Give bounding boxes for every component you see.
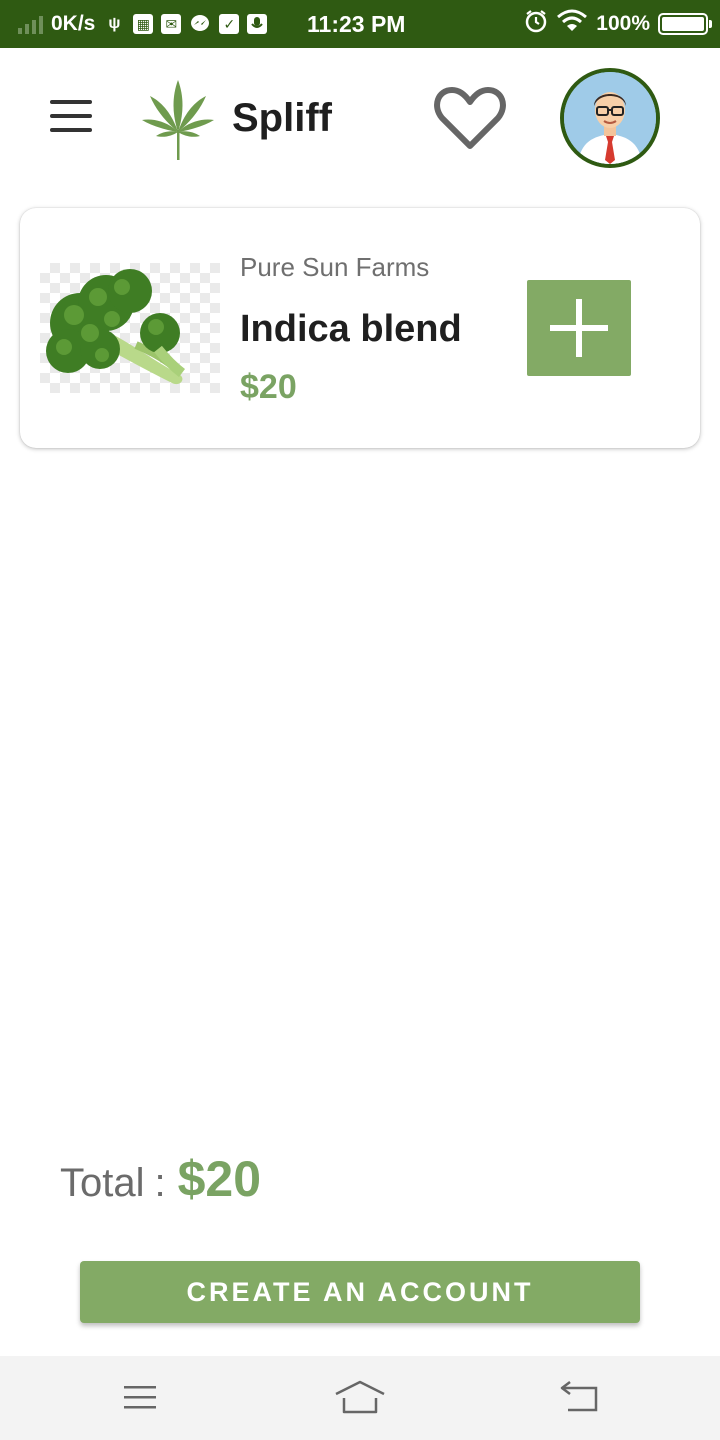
product-price: $20 — [240, 368, 297, 406]
battery-fill — [662, 17, 704, 31]
product-name: Indica blend — [240, 308, 462, 350]
status-bar-left: 0K/s ψ ▦ ✉ ✓ — [18, 0, 268, 48]
system-nav-bar — [0, 1356, 720, 1440]
sd-card-icon: ▦ — [133, 14, 154, 34]
cart-total: Total : $20 — [60, 1150, 261, 1208]
messenger-icon — [189, 13, 211, 35]
app-title: Spliff — [232, 96, 332, 140]
total-label: Total — [60, 1161, 145, 1205]
battery-percent: 100% — [596, 12, 650, 35]
cart-item-card: Pure Sun Farms Indica blend $20 — [20, 208, 700, 448]
battery-icon — [658, 13, 712, 35]
product-vendor: Pure Sun Farms — [240, 252, 430, 282]
home-icon[interactable] — [330, 1378, 390, 1418]
cannabis-leaf-icon — [140, 76, 216, 162]
wifi-icon — [556, 9, 588, 39]
app-header: Spliff — [0, 48, 720, 188]
usb-icon: ψ — [108, 15, 121, 32]
clipboard-icon: ✓ — [219, 14, 240, 34]
recents-icon[interactable] — [110, 1378, 170, 1418]
back-icon[interactable] — [550, 1378, 610, 1418]
clock: 11:23 PM — [307, 10, 406, 37]
total-value: $20 — [177, 1151, 262, 1207]
avatar-icon[interactable] — [560, 68, 660, 168]
alarm-icon — [524, 9, 548, 39]
heart-icon[interactable] — [434, 86, 506, 152]
status-bar-right: 100% — [524, 0, 712, 48]
create-account-button[interactable]: CREATE AN ACCOUNT — [80, 1261, 640, 1323]
menu-icon[interactable] — [50, 100, 92, 134]
mail-icon: ✉ — [161, 14, 182, 34]
mic-icon — [247, 14, 268, 34]
network-speed: 0K/s — [51, 12, 96, 35]
product-image — [40, 263, 220, 393]
add-item-button[interactable] — [527, 280, 631, 376]
total-separator: : — [154, 1161, 166, 1205]
signal-icon — [18, 14, 43, 34]
status-bar: 0K/s ψ ▦ ✉ ✓ 11:23 PM 100% — [0, 0, 720, 48]
